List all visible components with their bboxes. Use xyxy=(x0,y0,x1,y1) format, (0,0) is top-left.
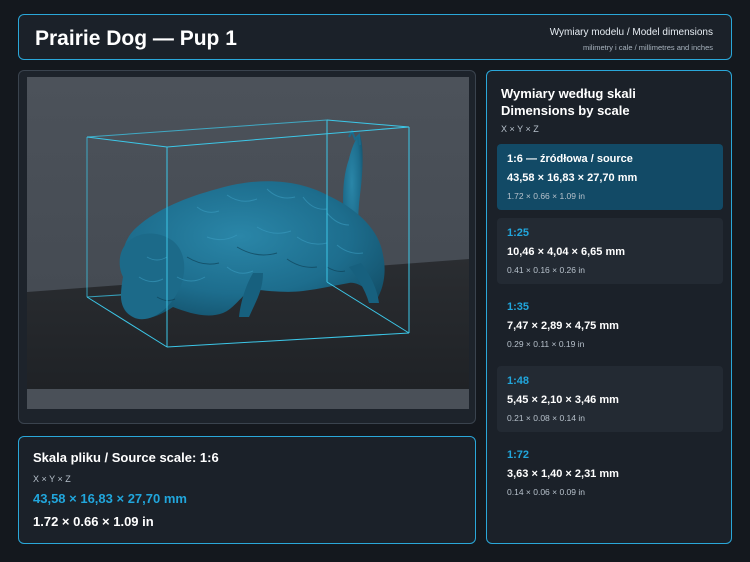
scale-item-1-6[interactable]: 1:6 — źródłowa / source 43,58 × 16,83 × … xyxy=(497,144,723,210)
scale-item-1-48[interactable]: 1:48 5,45 × 2,10 × 3,46 mm 0.21 × 0.08 ×… xyxy=(497,366,723,432)
scale-dimensions-in: 0.21 × 0.08 × 0.14 in xyxy=(507,413,585,423)
scale-item-1-72[interactable]: 1:72 3,63 × 1,40 × 2,31 mm 0.14 × 0.06 ×… xyxy=(497,440,723,506)
scale-dimensions-in: 1.72 × 0.66 × 1.09 in xyxy=(507,191,585,201)
model-render xyxy=(27,77,469,409)
source-dimensions-mm: 43,58 × 16,83 × 27,70 mm xyxy=(33,491,187,506)
scale-dimensions-mm: 3,63 × 1,40 × 2,31 mm xyxy=(507,468,619,480)
scale-dimensions-mm: 10,46 × 4,04 × 6,65 mm xyxy=(507,246,626,258)
scale-item-1-25[interactable]: 1:25 10,46 × 4,04 × 6,65 mm 0.41 × 0.16 … xyxy=(497,218,723,284)
axes-caption: X × Y × Z xyxy=(33,474,71,484)
model-viewport[interactable] xyxy=(27,77,469,409)
scale-dimensions-in: 0.41 × 0.16 × 0.26 in xyxy=(507,265,585,275)
axes-caption: X × Y × Z xyxy=(501,124,539,134)
scale-dimensions-mm: 5,45 × 2,10 × 3,46 mm xyxy=(507,394,619,406)
source-scale-panel: Skala pliku / Source scale: 1:6 X × Y × … xyxy=(18,436,476,544)
scales-panel: Wymiary według skali Dimensions by scale… xyxy=(486,70,732,544)
viewport-bottom-strip xyxy=(27,389,469,409)
scale-dimensions-mm: 7,47 × 2,89 × 4,75 mm xyxy=(507,320,619,332)
header-subtitle: Wymiary modelu / Model dimensions xyxy=(549,27,713,38)
source-dimensions-in: 1.72 × 0.66 × 1.09 in xyxy=(33,514,154,529)
scale-ratio: 1:6 — źródłowa / source xyxy=(507,153,633,165)
page-title: Prairie Dog — Pup 1 xyxy=(35,27,237,50)
model-viewport-frame xyxy=(18,70,476,424)
scale-dimensions-mm: 43,58 × 16,83 × 27,70 mm xyxy=(507,172,638,184)
scale-ratio: 1:35 xyxy=(507,301,530,313)
header-units-note: milimetry i cale / millimetres and inche… xyxy=(582,43,713,52)
scale-dimensions-in: 0.14 × 0.06 × 0.09 in xyxy=(507,487,585,497)
scales-heading: Wymiary według skali Dimensions by scale xyxy=(501,85,636,119)
scales-heading-pl: Wymiary według skali xyxy=(501,86,636,101)
scale-dimensions-in: 0.29 × 0.11 × 0.19 in xyxy=(507,339,585,349)
scale-ratio: 1:72 xyxy=(507,449,530,461)
header-bar: Prairie Dog — Pup 1 Wymiary modelu / Mod… xyxy=(18,14,732,60)
scale-ratio: 1:25 xyxy=(507,227,530,239)
scales-heading-en: Dimensions by scale xyxy=(501,103,630,118)
scale-ratio: 1:48 xyxy=(507,375,530,387)
scale-item-1-35[interactable]: 1:35 7,47 × 2,89 × 4,75 mm 0.29 × 0.11 ×… xyxy=(497,292,723,358)
source-scale-label: Skala pliku / Source scale: 1:6 xyxy=(33,450,219,465)
